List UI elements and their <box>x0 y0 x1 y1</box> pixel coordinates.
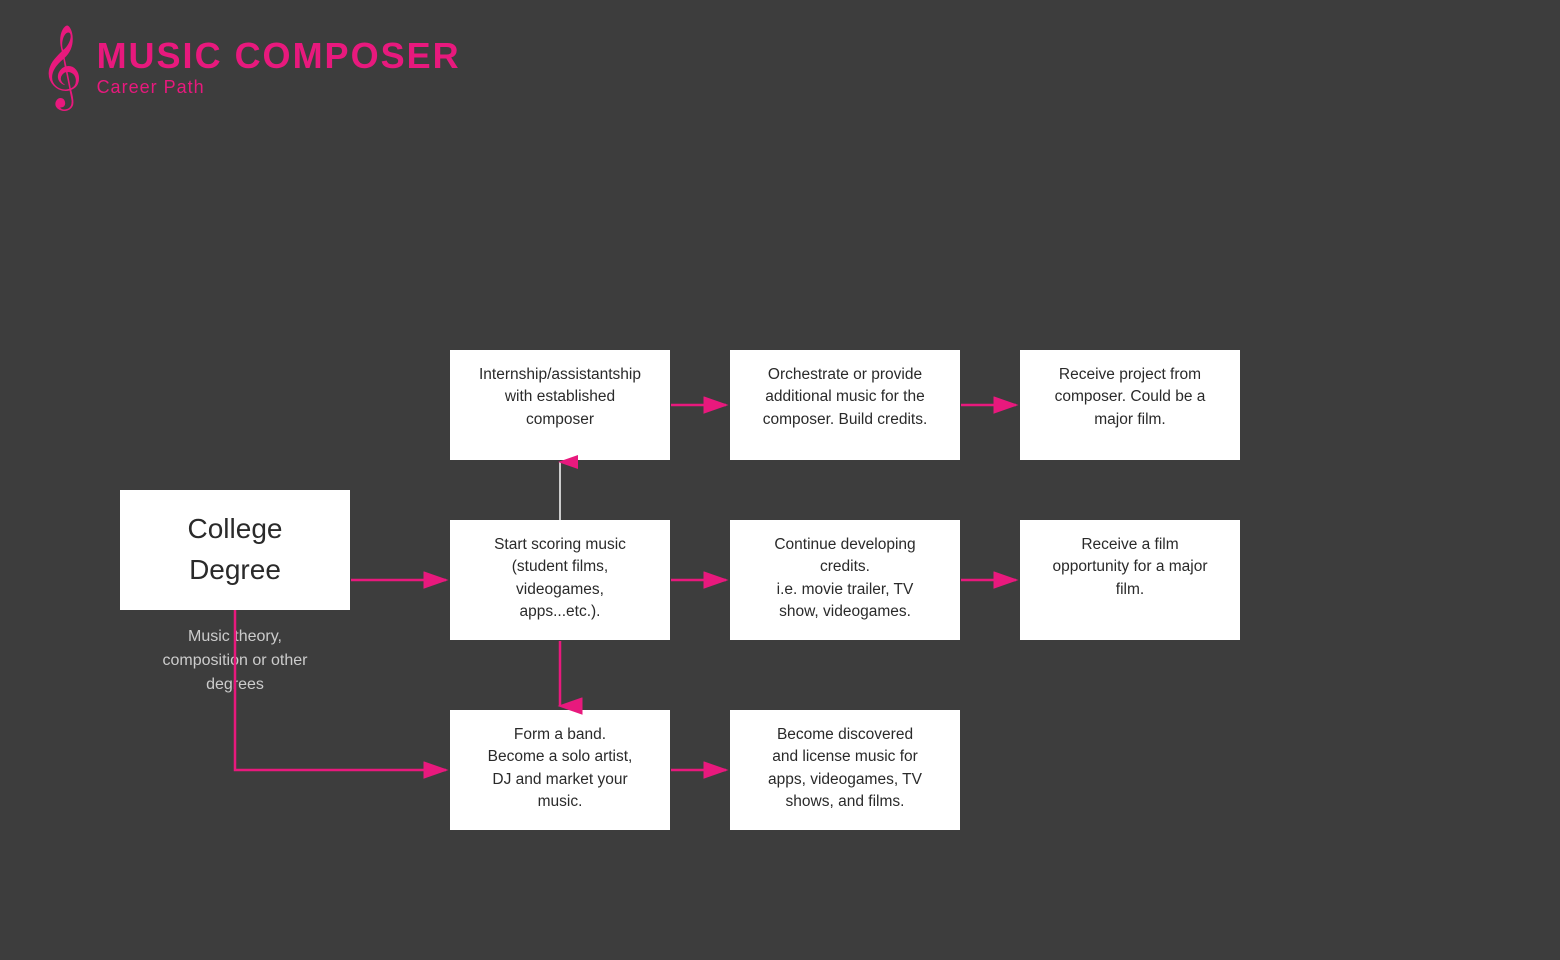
college-text: CollegeDegree <box>188 509 283 590</box>
box-college: CollegeDegree <box>120 490 350 610</box>
box-license: Become discoveredand license music forap… <box>730 710 960 830</box>
title-main: MUSIC COMPOSER <box>97 35 461 77</box>
box-credits: Continue developingcredits.i.e. movie tr… <box>730 520 960 640</box>
header: 𝄞 MUSIC COMPOSER Career Path <box>40 30 461 102</box>
college-subtitle-text: Music theory, composition or other degre… <box>163 628 308 693</box>
credits-text: Continue developingcredits.i.e. movie tr… <box>774 536 915 620</box>
receive-project-text: Receive project fromcomposer. Could be a… <box>1055 366 1206 428</box>
license-text: Become discoveredand license music forap… <box>768 726 922 810</box>
title-sub: Career Path <box>97 77 461 98</box>
box-intern: Internship/assistantshipwith established… <box>450 350 670 460</box>
box-orchestrate: Orchestrate or provideadditional music f… <box>730 350 960 460</box>
college-subtitle: Music theory, composition or other degre… <box>120 625 350 697</box>
intern-text: Internship/assistantshipwith established… <box>479 366 641 428</box>
title-block: MUSIC COMPOSER Career Path <box>97 35 461 98</box>
box-scoring: Start scoring music(student films,videog… <box>450 520 670 640</box>
flowchart: CollegeDegree Music theory, composition … <box>60 180 1500 860</box>
band-text: Form a band.Become a solo artist,DJ and … <box>488 726 633 810</box>
orchestrate-text: Orchestrate or provideadditional music f… <box>763 366 928 428</box>
box-film-opp: Receive a filmopportunity for a majorfil… <box>1020 520 1240 640</box>
treble-clef-icon: 𝄞 <box>40 30 83 102</box>
box-band: Form a band.Become a solo artist,DJ and … <box>450 710 670 830</box>
film-opp-text: Receive a filmopportunity for a majorfil… <box>1052 536 1207 598</box>
scoring-text: Start scoring music(student films,videog… <box>494 536 626 620</box>
box-receive-project: Receive project fromcomposer. Could be a… <box>1020 350 1240 460</box>
